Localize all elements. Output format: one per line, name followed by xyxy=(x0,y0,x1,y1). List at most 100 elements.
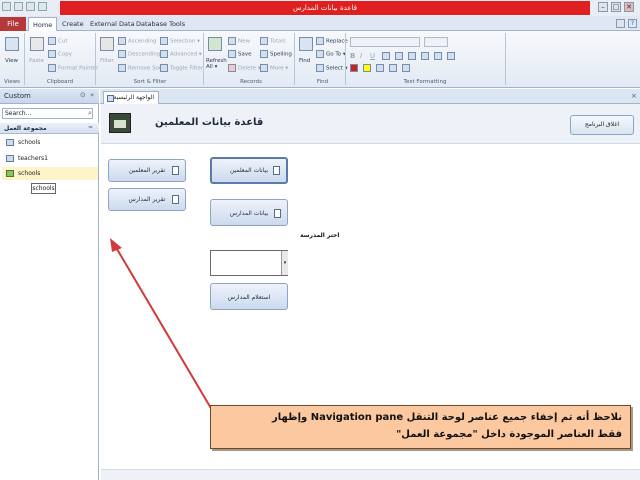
align-right-icon[interactable] xyxy=(408,52,416,60)
nav-item-schools-table[interactable]: schools xyxy=(6,136,96,149)
numbering-icon[interactable] xyxy=(434,52,442,60)
save-icon[interactable] xyxy=(14,2,23,11)
schools-data-button[interactable]: بيانات المدارس xyxy=(210,199,288,226)
minimize-button[interactable]: – xyxy=(598,2,608,12)
tab-create[interactable]: Create xyxy=(58,17,88,31)
nav-item-teachers1[interactable]: teachers1 xyxy=(6,152,96,165)
gridlines-icon[interactable] xyxy=(389,64,397,72)
align-center-icon[interactable] xyxy=(395,52,403,60)
find-button[interactable]: Find xyxy=(299,58,310,64)
font-color-icon[interactable] xyxy=(350,64,358,72)
close-document-icon[interactable]: × xyxy=(631,92,637,100)
form-title: قاعدة بيانات المعلمين xyxy=(155,117,264,128)
goto-icon xyxy=(316,50,324,58)
filter-button[interactable]: Filter xyxy=(100,58,114,64)
teachers-data-button[interactable]: بيانات المعلمين xyxy=(210,157,288,184)
descending-label: Descending xyxy=(128,51,161,58)
collapse-pane-icon[interactable]: « xyxy=(90,91,94,99)
select-button[interactable]: Select ▾ xyxy=(316,64,347,72)
views-group-label: Views xyxy=(4,79,20,85)
new-record-button[interactable]: New xyxy=(228,37,250,45)
find-group-label: Find xyxy=(316,79,329,85)
spelling-button[interactable]: Spelling xyxy=(260,50,292,58)
replace-button[interactable]: Replace xyxy=(316,37,348,45)
group-divider xyxy=(95,33,96,85)
tab-database-tools[interactable]: Database Tools xyxy=(132,17,189,31)
search-icon[interactable]: ⌕ xyxy=(88,109,92,118)
toggle-filter-label: Toggle Filter xyxy=(170,65,204,72)
indent-icon[interactable] xyxy=(447,52,455,60)
italic-button[interactable]: I xyxy=(360,52,362,60)
find-icon xyxy=(299,37,313,51)
advanced-button[interactable]: Advanced ▾ xyxy=(160,50,202,58)
chevron-up-icon[interactable]: ≈ xyxy=(88,124,93,131)
goto-label: Go To ▾ xyxy=(326,51,346,58)
align-left-icon[interactable] xyxy=(382,52,390,60)
logo-image xyxy=(109,113,131,133)
paragraph-tools xyxy=(382,52,492,61)
query-schools-button[interactable]: استعلام المدارس xyxy=(210,283,288,310)
toggle-filter-button[interactable]: Toggle Filter xyxy=(160,64,203,72)
remove-sort-button[interactable]: Remove Sort xyxy=(118,64,163,72)
remove-sort-label: Remove Sort xyxy=(128,65,164,72)
school-combo-box[interactable] xyxy=(210,250,288,276)
tab-external-data[interactable]: External Data xyxy=(86,17,139,31)
more-icon xyxy=(260,64,268,72)
tab-file[interactable]: File xyxy=(0,17,26,31)
help-icon[interactable]: ? xyxy=(628,19,637,28)
nav-pane-header[interactable]: Custom ⊙ « xyxy=(0,89,99,104)
bold-button[interactable]: B xyxy=(350,52,355,60)
minimize-ribbon-icon[interactable] xyxy=(616,19,625,28)
annotation-line-2: فقط العناصر الموجودة داخل "مجموعة العمل" xyxy=(396,429,622,440)
scissors-icon xyxy=(48,37,56,45)
logo-figure xyxy=(114,120,126,128)
format-painter-icon xyxy=(48,64,56,72)
spelling-label: Spelling xyxy=(270,51,292,58)
copy-icon xyxy=(48,50,56,58)
tab-main-form[interactable]: الواجهة الرئيسية xyxy=(103,91,159,104)
totals-button[interactable]: Totals xyxy=(260,37,286,45)
nav-group-header[interactable]: مجموعة العمل ≈ xyxy=(0,123,99,134)
nav-pane-title: Custom xyxy=(4,92,31,100)
save-record-button[interactable]: Save xyxy=(228,50,252,58)
tab-main-form-label: الواجهة الرئيسية xyxy=(113,94,154,101)
delete-record-button[interactable]: Delete ▾ xyxy=(228,64,261,72)
selection-button[interactable]: Selection ▾ xyxy=(160,37,200,45)
font-size-select[interactable] xyxy=(424,37,448,47)
group-divider xyxy=(294,33,295,85)
selection-icon xyxy=(160,37,168,45)
font-name-select[interactable] xyxy=(350,37,420,47)
bullets-icon[interactable] xyxy=(421,52,429,60)
view-button[interactable]: View xyxy=(5,58,18,64)
nav-item-schools-report[interactable]: schools xyxy=(2,167,98,180)
spelling-icon xyxy=(260,50,268,58)
copy-button[interactable]: Copy xyxy=(48,50,72,58)
cut-button[interactable]: Cut xyxy=(48,37,67,45)
close-app-button[interactable]: اغلاق البرنامج xyxy=(570,115,634,135)
undo-icon[interactable] xyxy=(26,2,35,11)
format-painter-button[interactable]: Format Painter xyxy=(48,64,98,72)
ascending-button[interactable]: Ascending xyxy=(118,37,157,45)
view-icon xyxy=(5,37,19,51)
highlight-icon[interactable] xyxy=(363,64,371,72)
descending-button[interactable]: Descending xyxy=(118,50,160,58)
close-button[interactable]: ✕ xyxy=(624,2,634,12)
maximize-button[interactable]: □ xyxy=(611,2,621,12)
fill-color-icon[interactable] xyxy=(376,64,384,72)
more-button[interactable]: More ▾ xyxy=(260,64,288,72)
schools-report-button[interactable]: تقرير المدارس xyxy=(108,188,186,211)
nav-search-input[interactable]: Search... xyxy=(2,108,93,119)
report-icon xyxy=(6,170,14,177)
teachers-report-button[interactable]: تقرير المعلمين xyxy=(108,159,186,182)
select-icon xyxy=(316,64,324,72)
underline-button[interactable]: U xyxy=(370,52,375,60)
chevron-down-icon[interactable]: ⊙ xyxy=(80,91,86,99)
access-app-icon[interactable] xyxy=(2,2,11,11)
goto-button[interactable]: Go To ▾ xyxy=(316,50,346,58)
redo-icon[interactable] xyxy=(38,2,47,11)
alternate-row-color-icon[interactable] xyxy=(402,64,410,72)
tab-home[interactable]: Home xyxy=(28,17,58,32)
dropdown-arrow-icon[interactable]: ▾ xyxy=(281,251,288,275)
paste-button[interactable]: Paste xyxy=(29,58,44,64)
refresh-all-button[interactable]: Refresh All ▾ xyxy=(206,58,227,70)
